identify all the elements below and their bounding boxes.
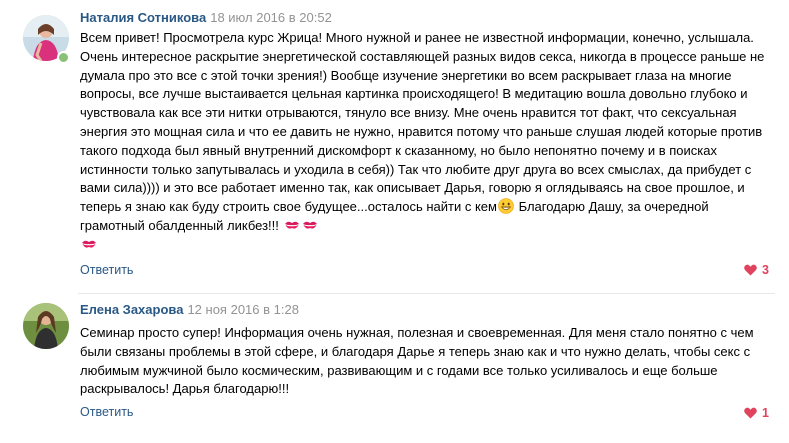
heart-icon: [744, 407, 757, 419]
grin-emoji-icon: [498, 198, 514, 214]
like-button[interactable]: 1: [744, 406, 769, 420]
reply-button[interactable]: Ответить: [80, 263, 133, 277]
heart-icon: [744, 264, 757, 276]
like-button[interactable]: 3: [744, 263, 769, 277]
comment-header: Елена Захарова 12 ноя 2016 в 1:28: [80, 302, 299, 318]
comment-text-part: Всем привет! Просмотрела курс Жрица! Мно…: [80, 30, 765, 215]
like-count: 1: [762, 406, 769, 420]
reply-button[interactable]: Ответить: [80, 405, 133, 419]
comments-list: Наталия Сотникова 18 июл 2016 в 20:52 Все…: [0, 0, 789, 443]
author-name[interactable]: Наталия Сотникова: [80, 10, 206, 25]
avatar[interactable]: [23, 303, 69, 349]
comment-header: Наталия Сотникова 18 июл 2016 в 20:52: [80, 10, 332, 26]
online-indicator: [57, 51, 70, 64]
like-count: 3: [762, 263, 769, 277]
avatar-image: [23, 303, 69, 349]
author-name[interactable]: Елена Захарова: [80, 302, 183, 317]
kiss-mark-icon: [284, 221, 299, 229]
kiss-mark-icon: [302, 221, 317, 229]
comment-item: Елена Захарова 12 ноя 2016 в 1:28 Семинар…: [0, 293, 789, 443]
kiss-mark-icon: [82, 240, 96, 248]
comment-date[interactable]: 12 ноя 2016 в 1:28: [187, 302, 298, 317]
comment-text: Всем привет! Просмотрела курс Жрица! Мно…: [80, 29, 770, 255]
comment-item: Наталия Сотникова 18 июл 2016 в 20:52 Все…: [0, 0, 789, 293]
comment-text: Семинар просто супер! Информация очень н…: [80, 325, 754, 397]
comment-date[interactable]: 18 июл 2016 в 20:52: [210, 10, 332, 25]
